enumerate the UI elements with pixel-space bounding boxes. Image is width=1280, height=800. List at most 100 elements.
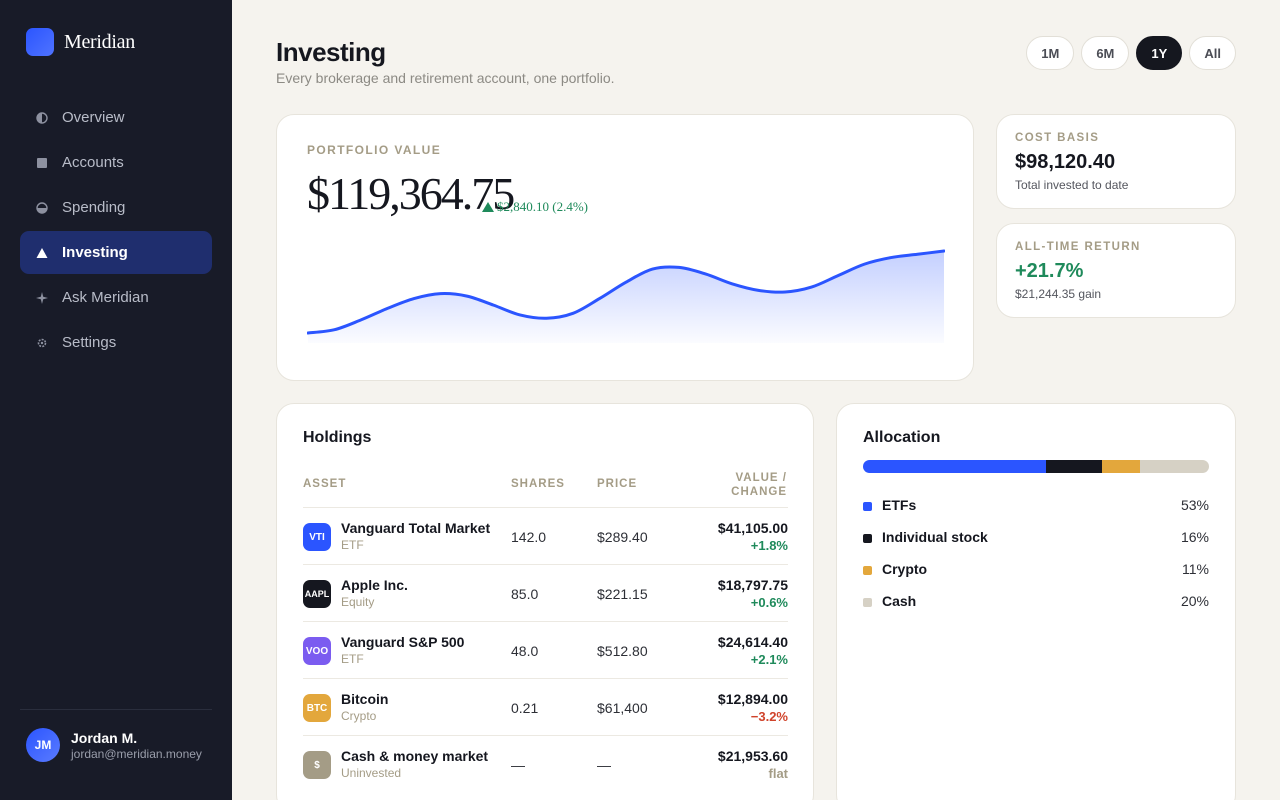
asset-type: Equity — [341, 595, 375, 609]
sidebar-item-investing[interactable]: Investing — [20, 231, 212, 274]
holdings-table: VTI Vanguard Total Market ETF 142.0 $289.40 $… — [303, 507, 788, 792]
range-1m-button[interactable]: 1M — [1026, 36, 1075, 70]
asset-price: $289.40 — [597, 529, 648, 545]
logo-icon — [26, 28, 54, 56]
allocation-segment — [1101, 460, 1140, 473]
sidebar-item-ask-meridian[interactable]: Ask Meridian — [20, 276, 212, 319]
allocation-card: Allocation ETFs 53% Individual stock 16% Cry… — [836, 403, 1236, 800]
allocation-item[interactable]: Cash 20% — [863, 592, 1209, 624]
holdings-title: Holdings — [303, 429, 372, 446]
sidebar-item-label: Ask Meridian — [62, 289, 149, 306]
chart-area-fill — [308, 251, 944, 343]
sidebar-item-label: Investing — [62, 244, 128, 261]
table-row[interactable]: AAPL Apple Inc. Equity 85.0 $221.15 $18,797.7… — [303, 564, 788, 621]
sidebar-item-settings[interactable]: Settings — [20, 321, 212, 364]
accounts-icon — [36, 157, 48, 169]
ticker-badge: VOO — [303, 637, 331, 665]
user-profile[interactable]: JM Jordan M. jordan@meridian.money — [26, 728, 202, 762]
column-header-price: PRICE — [597, 478, 638, 490]
legend-swatch — [863, 534, 872, 543]
asset-type: ETF — [341, 652, 364, 666]
all-time-return-sub: $21,244.35 gain — [1015, 287, 1102, 301]
sparkle-icon — [36, 291, 48, 304]
cost-basis-sub: Total invested to date — [1015, 178, 1129, 192]
asset-name: Vanguard S&P 500 — [341, 634, 465, 650]
cost-basis-value: $98,120.40 — [1015, 151, 1116, 173]
asset-shares: 48.0 — [511, 643, 539, 659]
sidebar-item-label: Accounts — [62, 154, 124, 171]
asset-shares: — — [511, 757, 525, 773]
sidebar-item-label: Overview — [62, 109, 125, 126]
column-header-value-line2: CHANGE — [731, 486, 787, 498]
allocation-percent: 11% — [1182, 561, 1209, 577]
legend-swatch — [863, 598, 872, 607]
allocation-segment — [1046, 460, 1102, 473]
asset-change: −3.2% — [750, 709, 788, 724]
all-time-return-card: ALL-TIME RETURN +21.7% $21,244.35 gain — [996, 223, 1236, 318]
allocation-percent: 16% — [1180, 529, 1209, 545]
portfolio-value-label: PORTFOLIO VALUE — [307, 143, 442, 157]
user-name: Jordan M. — [71, 729, 138, 746]
holdings-card: Holdings ASSET SHARES PRICE VALUE / CHAN… — [276, 403, 814, 800]
asset-shares: 0.21 — [511, 700, 539, 716]
allocation-bar — [863, 460, 1209, 473]
trend-up-icon — [482, 202, 494, 212]
asset-value: $12,894.00 — [717, 691, 788, 707]
gear-icon — [36, 337, 48, 349]
allocation-item[interactable]: Individual stock 16% — [863, 528, 1209, 560]
asset-value: $24,614.40 — [717, 634, 788, 650]
table-row[interactable]: BTC Bitcoin Crypto 0.21 $61,400 $12,894.00 −3.… — [303, 678, 788, 735]
ticker-badge: BTC — [303, 694, 331, 722]
asset-price: $61,400 — [597, 700, 648, 716]
sidebar-item-label: Settings — [62, 334, 117, 351]
asset-value: $21,953.60 — [717, 748, 788, 764]
sidebar-divider — [20, 709, 212, 710]
legend-swatch — [863, 566, 872, 575]
sidebar-nav: Overview Accounts Spending Investing Ask… — [20, 96, 212, 366]
sidebar-item-spending[interactable]: Spending — [20, 186, 212, 229]
allocation-item[interactable]: Crypto 11% — [863, 560, 1209, 592]
allocation-item[interactable]: ETFs 53% — [863, 496, 1209, 528]
asset-type: ETF — [341, 538, 364, 552]
table-row[interactable]: $ Cash & money market Uninvested — — $21,953.… — [303, 735, 788, 792]
cost-basis-label: COST BASIS — [1015, 132, 1100, 144]
asset-name: Apple Inc. — [341, 577, 408, 593]
portfolio-change-text: $2,840.10 (2.4%) — [497, 199, 588, 214]
asset-shares: 85.0 — [511, 586, 539, 602]
table-row[interactable]: VOO Vanguard S&P 500 ETF 48.0 $512.80 $24,614… — [303, 621, 788, 678]
range-1y-button[interactable]: 1Y — [1136, 36, 1183, 70]
portfolio-chart[interactable] — [307, 243, 945, 343]
allocation-label: Individual stock — [882, 529, 988, 545]
avatar: JM — [26, 728, 60, 762]
asset-value: $41,105.00 — [717, 520, 788, 536]
asset-value: $18,797.75 — [717, 577, 788, 593]
brand[interactable]: Meridian — [26, 28, 135, 56]
page-subtitle: Every brokerage and retirement account, … — [276, 70, 615, 86]
sidebar-item-accounts[interactable]: Accounts — [20, 141, 212, 184]
allocation-title: Allocation — [863, 429, 941, 446]
allocation-label: ETFs — [882, 497, 917, 513]
cost-basis-card: COST BASIS $98,120.40 Total invested to … — [996, 114, 1236, 209]
ticker-badge: AAPL — [303, 580, 331, 608]
column-header-shares: SHARES — [511, 478, 565, 490]
allocation-percent: 53% — [1180, 497, 1209, 513]
page-title: Investing — [276, 37, 386, 67]
portfolio-value-card: PORTFOLIO VALUE $119,364.75 $2,840.10 (2… — [276, 114, 974, 381]
ticker-badge: VTI — [303, 523, 331, 551]
column-header-asset: ASSET — [303, 478, 347, 490]
ticker-badge: $ — [303, 751, 331, 779]
range-6m-button[interactable]: 6M — [1081, 36, 1130, 70]
table-row[interactable]: VTI Vanguard Total Market ETF 142.0 $289.40 $… — [303, 507, 788, 564]
asset-name: Cash & money market — [341, 748, 489, 764]
allocation-percent: 20% — [1180, 593, 1209, 609]
asset-change: +2.1% — [750, 652, 788, 667]
column-header-value-line1: VALUE / — [735, 472, 787, 484]
asset-name: Bitcoin — [341, 691, 389, 707]
asset-type: Crypto — [341, 709, 377, 723]
range-all-button[interactable]: All — [1189, 36, 1236, 70]
sidebar-item-overview[interactable]: Overview — [20, 96, 212, 139]
all-time-return-label: ALL-TIME RETURN — [1015, 241, 1141, 253]
asset-type: Uninvested — [341, 766, 402, 780]
sidebar-item-label: Spending — [62, 199, 126, 216]
time-range-selector: 1M 6M 1Y All — [1019, 36, 1236, 70]
